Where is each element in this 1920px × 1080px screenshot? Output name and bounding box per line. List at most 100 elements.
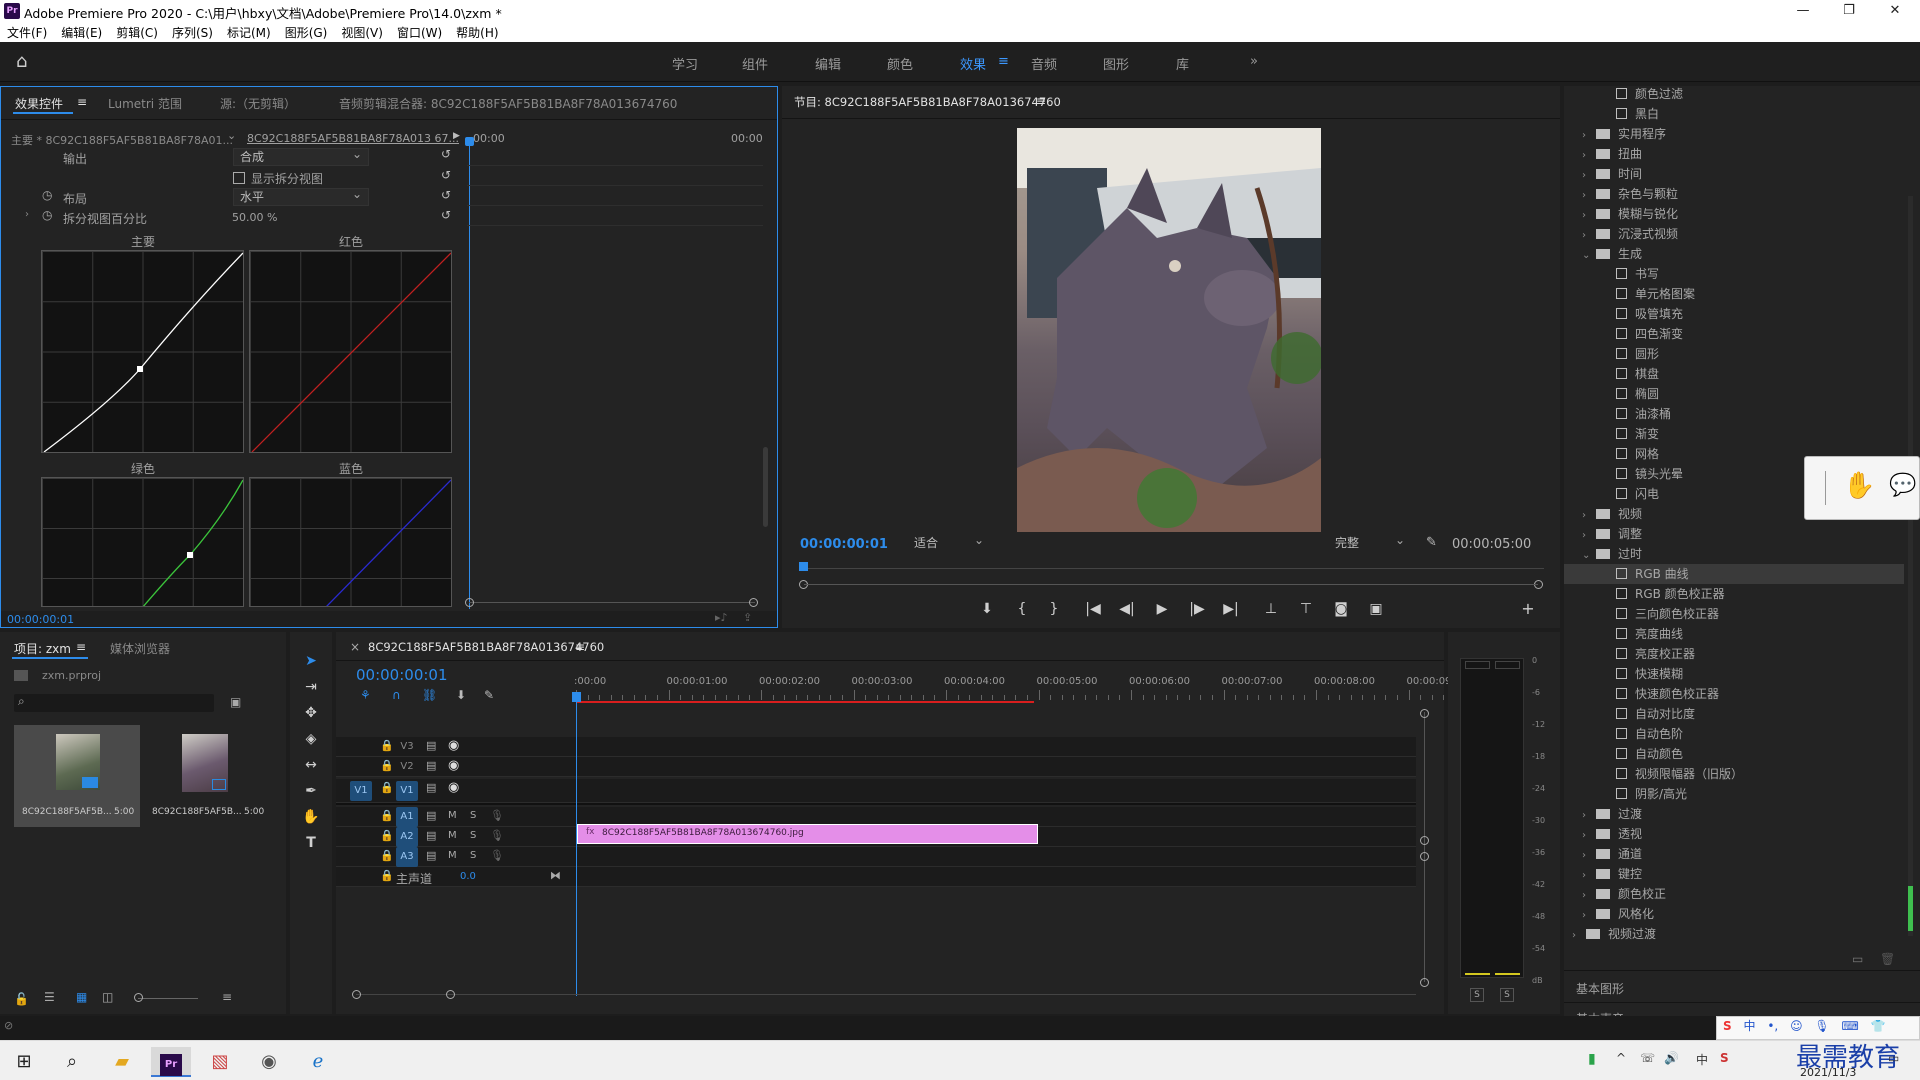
chevron-right-icon[interactable]: › <box>1582 506 1596 526</box>
type-tool-icon[interactable]: T <box>300 832 322 854</box>
workspace-assembly[interactable]: 组件 <box>742 54 768 73</box>
add-marker-button[interactable]: ⬇ <box>976 598 998 620</box>
effects-scrollbar-track[interactable] <box>1908 196 1913 936</box>
chevron-down-icon[interactable]: ⌄ <box>1582 546 1596 566</box>
menu-view[interactable]: 视图(V) <box>334 22 390 41</box>
track-row-v2[interactable]: 🔒 V2 ▤ ◉ <box>336 757 1416 777</box>
track-lock-icon[interactable]: 🔒 <box>380 781 394 794</box>
ripple-edit-tool-icon[interactable]: ✥ <box>300 702 322 724</box>
track-target-a3[interactable]: A3 <box>396 847 418 867</box>
effect-folder[interactable]: ⌄ 生成 <box>1564 244 1904 264</box>
blue-curve[interactable] <box>249 477 452 607</box>
workspace-audio[interactable]: 音频 <box>1031 54 1057 73</box>
ec-zoom-bar[interactable] <box>469 602 755 603</box>
effect-folder[interactable]: › 键控 <box>1564 864 1904 884</box>
selection-tool-icon[interactable]: ➤ <box>300 650 322 672</box>
track-target-v1[interactable]: V1 <box>396 781 418 801</box>
chevron-right-icon[interactable]: › <box>1572 926 1586 946</box>
effect-item[interactable]: 三向颜色校正器 <box>1564 604 1904 624</box>
mark-in-button[interactable]: { <box>1011 598 1033 620</box>
stopwatch-icon[interactable]: ◷ <box>42 188 52 202</box>
track-lock-icon[interactable]: 🔒 <box>380 849 394 862</box>
master-track-row[interactable]: 🔒 主声道 0.0 ⧓ <box>336 867 1416 887</box>
menu-clip[interactable]: 剪辑(C) <box>109 22 165 41</box>
wrench-icon[interactable]: ✎ <box>1426 535 1437 550</box>
minimize-button[interactable]: — <box>1780 0 1826 22</box>
stopwatch-icon[interactable]: ◷ <box>42 208 52 222</box>
effect-item[interactable]: 渐变 <box>1564 424 1904 444</box>
notification-icon[interactable]: ▭ <box>1888 1051 1899 1065</box>
voiceover-mic-icon[interactable]: 🎙 <box>490 829 504 842</box>
reset-icon[interactable]: ↺ <box>441 208 451 222</box>
effect-item[interactable]: 书写 <box>1564 264 1904 284</box>
sync-lock-icon[interactable]: ▤ <box>426 809 436 822</box>
menu-markers[interactable]: 标记(M) <box>220 22 278 41</box>
voiceover-mic-icon[interactable]: 🎙 <box>490 809 504 822</box>
sogou-icon[interactable]: S <box>1720 1051 1729 1065</box>
effect-item[interactable]: RGB 曲线 <box>1564 564 1904 584</box>
floating-widget[interactable]: ✋ 💬 <box>1804 456 1920 520</box>
workspace-libraries[interactable]: 库 <box>1176 54 1189 73</box>
solo-button[interactable]: S <box>470 850 476 861</box>
lift-button[interactable]: ⊥ <box>1260 598 1282 620</box>
solo-right-button[interactable]: S <box>1500 988 1514 1002</box>
workspace-color[interactable]: 颜色 <box>887 54 913 73</box>
chevron-right-icon[interactable]: › <box>1582 526 1596 546</box>
track-lock-icon[interactable]: 🔒 <box>380 809 394 822</box>
sync-lock-icon[interactable]: ▤ <box>426 829 436 842</box>
new-bin-folder-icon[interactable]: ▣ <box>230 695 241 709</box>
effect-folder[interactable]: › 杂色与颗粒 <box>1564 184 1904 204</box>
effect-item[interactable]: 自动对比度 <box>1564 704 1904 724</box>
sync-lock-icon[interactable]: ▤ <box>426 739 436 752</box>
freeform-view-icon[interactable]: ◫ <box>102 990 113 1004</box>
chevron-right-icon[interactable]: › <box>1582 146 1596 166</box>
effect-folder[interactable]: › 实用程序 <box>1564 124 1904 144</box>
red-curve[interactable] <box>249 250 452 453</box>
tab-project[interactable]: 项目: zxm <box>14 640 71 657</box>
app-icon[interactable]: ▧ <box>200 1047 240 1077</box>
green-curve[interactable] <box>41 477 244 607</box>
effect-folder[interactable]: › 风格化 <box>1564 904 1904 924</box>
timeline-tab[interactable]: 8C92C188F5AF5B81BA8F78A013674760 <box>368 640 604 654</box>
effect-item[interactable]: 快速颜色校正器 <box>1564 684 1904 704</box>
effect-folder[interactable]: › 模糊与锐化 <box>1564 204 1904 224</box>
edge-browser-icon[interactable]: ℯ <box>298 1047 338 1077</box>
program-menu-icon[interactable]: ≡ <box>1036 94 1046 108</box>
effect-item[interactable]: 视频限幅器（旧版） <box>1564 764 1904 784</box>
voiceover-mic-icon[interactable]: 🎙 <box>490 849 504 862</box>
premiere-taskbar-icon[interactable]: Pr <box>151 1047 191 1077</box>
export-icon[interactable]: ⇪ <box>743 611 752 624</box>
menu-sequence[interactable]: 序列(S) <box>165 22 220 41</box>
project-item[interactable]: 8C92C188F5AF5B... 5:00 <box>142 725 268 827</box>
effect-item[interactable]: 自动色阶 <box>1564 724 1904 744</box>
layout-select[interactable]: 水平 <box>233 186 369 206</box>
reset-icon[interactable]: ↺ <box>441 168 451 182</box>
effects-scrollbar-thumb[interactable] <box>1908 886 1913 931</box>
program-playhead[interactable] <box>799 562 808 571</box>
tray-network-icon[interactable]: ☏ <box>1640 1051 1655 1065</box>
filter-icon[interactable]: ▸♪ <box>715 611 728 624</box>
extract-button[interactable]: ⊤ <box>1295 598 1317 620</box>
track-lock-icon[interactable]: 🔒 <box>380 759 394 772</box>
zoom-slider-handle[interactable] <box>134 993 143 1002</box>
effect-folder[interactable]: › 调整 <box>1564 524 1904 544</box>
master-curve[interactable] <box>41 250 244 453</box>
tab-source[interactable]: 源:（无剪辑） <box>220 95 296 112</box>
effect-item[interactable]: 单元格图案 <box>1564 284 1904 304</box>
add-marker-icon[interactable]: ⬇ <box>456 688 466 702</box>
close-button[interactable]: ✕ <box>1872 0 1918 22</box>
sort-icon[interactable]: ≡ <box>222 990 232 1004</box>
quality-select[interactable]: 完整 <box>1329 532 1411 553</box>
track-select-tool-icon[interactable]: ⇥ <box>300 676 322 698</box>
master-volume-value[interactable]: 0.0 <box>460 871 476 882</box>
windows-start-icon[interactable]: ⊞ <box>4 1047 44 1077</box>
add-button[interactable]: + <box>1517 598 1539 620</box>
tray-battery-icon[interactable]: ▮ <box>1588 1051 1596 1067</box>
eye-icon[interactable]: ◉ <box>448 738 459 753</box>
timeline-playhead-handle[interactable] <box>572 692 581 702</box>
sync-lock-icon[interactable]: ▤ <box>426 849 436 862</box>
ime-emoji-icon[interactable]: ☺ <box>1790 1019 1803 1033</box>
master-toggle-icon[interactable]: ⧓ <box>550 869 561 882</box>
ec-timecode[interactable]: 00:00:00:01 <box>7 613 74 626</box>
chevron-right-icon[interactable]: › <box>1582 126 1596 146</box>
